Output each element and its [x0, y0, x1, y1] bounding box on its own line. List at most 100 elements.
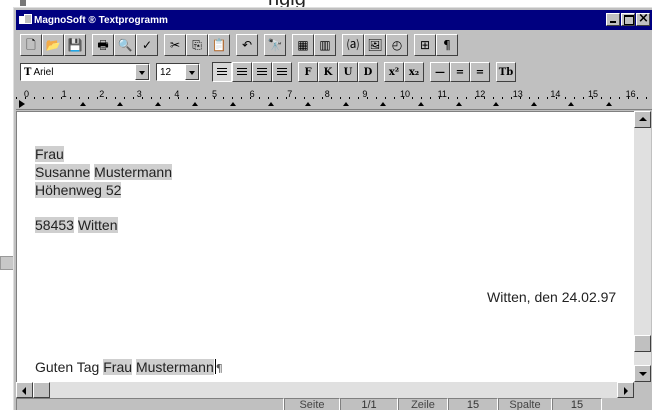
window-controls [606, 11, 650, 26]
align-left-button[interactable] [212, 62, 232, 82]
ruler-tab-stop[interactable] [230, 102, 236, 106]
vertical-scrollbar[interactable] [634, 111, 651, 382]
insert-picture-button[interactable]: 🖼 [364, 34, 386, 56]
ruler-tab-stop[interactable] [342, 102, 349, 106]
ruler-number: 16 [625, 89, 636, 99]
find-button[interactable]: 🔭 [264, 34, 286, 56]
insert-field-button[interactable]: ⒜ [342, 34, 364, 56]
drawing-button[interactable]: ◴ [386, 34, 408, 56]
ruler-tab-stop[interactable] [380, 102, 387, 106]
superscript-icon: x² [388, 66, 400, 78]
ruler-tab-stop[interactable] [568, 102, 575, 106]
address-line-city: 58453 Witten [35, 217, 118, 233]
zip-field: 58453 [35, 217, 74, 233]
line-spacing-double-button[interactable]: = [470, 62, 490, 82]
horizontal-scroll-thumb[interactable] [33, 382, 50, 398]
font-name-value: T Ariel [21, 67, 135, 78]
ruler-number: 13 [512, 89, 523, 99]
alignment-group [212, 62, 292, 82]
align-center-button[interactable] [232, 62, 252, 82]
undo-arrow-icon: ↶ [241, 38, 253, 52]
status-message-cell [16, 398, 284, 410]
ruler-number: 9 [362, 89, 368, 99]
subscript-button[interactable]: x₂ [404, 62, 424, 82]
frame-icon: ⊞ [419, 38, 431, 52]
standard-toolbar: 🗋 📂 💾 🖶 🔍 ✓ ✂ ⎘ 📋 ↶ 🔭 ▦ ▥ ⒜ 🖼 ◴ ⊞ ¶ [16, 32, 652, 58]
show-formatting-button[interactable]: ¶ [436, 34, 458, 56]
document-area[interactable]: Frau Susanne Mustermann Höhenweg 52 5845… [16, 111, 634, 382]
first-line-indent-marker[interactable] [19, 100, 25, 108]
copy-button[interactable]: ⎘ [186, 34, 208, 56]
pilcrow-icon: ¶ [443, 38, 451, 52]
scroll-right-arrow-icon[interactable] [617, 382, 634, 398]
cut-button[interactable]: ✂ [164, 34, 186, 56]
ruler-tab-stop[interactable] [79, 102, 86, 106]
ruler-tab-stop[interactable] [305, 102, 312, 106]
scroll-left-arrow-icon[interactable] [16, 382, 33, 398]
ruler-number: 14 [550, 89, 561, 99]
ruler-tab-stop[interactable] [418, 102, 424, 106]
floppy-disk-icon: 💾 [67, 38, 83, 52]
ruler-tab-stop[interactable] [267, 102, 274, 106]
print-preview-button[interactable]: 🔍 [114, 34, 136, 56]
paste-button[interactable]: 📋 [208, 34, 230, 56]
minimize-button[interactable] [606, 13, 620, 26]
undo-button[interactable]: ↶ [236, 34, 258, 56]
underline-icon: U [343, 66, 353, 78]
horizontal-scrollbar[interactable] [16, 382, 634, 398]
italic-icon: K [323, 66, 333, 78]
align-right-button[interactable] [252, 62, 272, 82]
address-line-street: Höhenweg 52 [35, 182, 122, 198]
save-button[interactable]: 💾 [64, 34, 86, 56]
spellcheck-button[interactable]: ✓ [136, 34, 158, 56]
text-color-button[interactable]: Tb [496, 62, 516, 82]
greeting-name-field: Mustermann [135, 359, 214, 375]
font-size-value: 12 [160, 66, 172, 78]
new-document-button[interactable]: 🗋 [20, 34, 42, 56]
ruler-tab-stop[interactable] [117, 102, 124, 106]
strikethrough-button[interactable]: D [358, 62, 378, 82]
align-justify-icon [277, 67, 287, 77]
superscript-button[interactable]: x² [384, 62, 404, 82]
first-name-field: Susanne [35, 164, 91, 180]
ruler-tab-stop[interactable] [606, 102, 612, 106]
vertical-scroll-thumb[interactable] [634, 335, 651, 352]
background-marker [20, 0, 26, 6]
ruler-number: 6 [249, 89, 255, 99]
title-bar[interactable]: MagnoSoft ® Textprogramm [16, 10, 652, 30]
scroll-up-arrow-icon[interactable] [634, 111, 651, 128]
frame-button[interactable]: ⊞ [414, 34, 436, 56]
ruler[interactable]: 0 1 2 3 4 5 6 7 8 9 10 11 12 13 14 15 16 [16, 88, 652, 110]
bold-button[interactable]: F [298, 62, 318, 82]
underline-button[interactable]: U [338, 62, 358, 82]
page-label: Seite [284, 398, 340, 410]
italic-button[interactable]: K [318, 62, 338, 82]
close-button[interactable] [636, 11, 650, 26]
ruler-tab-stop[interactable] [455, 102, 462, 106]
font-size-dropdown-icon[interactable] [185, 64, 199, 80]
line-value: 15 [448, 398, 498, 410]
app-window: MagnoSoft ® Textprogramm 🗋 📂 💾 🖶 🔍 ✓ ✂ ⎘ 📋 ↶ 🔭 ▦ ▥ ⒜ 🖼… [13, 7, 652, 410]
font-size-combo[interactable]: 12 [156, 63, 200, 81]
app-icon[interactable] [19, 14, 32, 26]
insert-table-button[interactable]: ▦ [292, 34, 314, 56]
print-button[interactable]: 🖶 [92, 34, 114, 56]
open-button[interactable]: 📂 [42, 34, 64, 56]
ruler-tab-stop[interactable] [192, 102, 199, 106]
scroll-down-arrow-icon[interactable] [634, 365, 651, 382]
ruler-number: 4 [174, 89, 180, 99]
align-justify-button[interactable] [272, 62, 292, 82]
ruler-number: 11 [437, 89, 447, 99]
ruler-tab-stop[interactable] [530, 102, 537, 106]
ruler-tab-stop[interactable] [493, 102, 500, 106]
copy-icon: ⎘ [192, 38, 202, 52]
columns-button[interactable]: ▥ [314, 34, 336, 56]
line-spacing-single-button[interactable]: — [430, 62, 450, 82]
maximize-button[interactable] [621, 13, 635, 26]
line-spacing-onehalf-button[interactable]: = [450, 62, 470, 82]
ruler-tab-stop[interactable] [154, 102, 161, 106]
font-name-combo[interactable]: T Ariel [20, 63, 150, 81]
font-name-dropdown-icon[interactable] [135, 64, 149, 80]
ruler-number: 1 [61, 89, 67, 99]
salutation-text: Frau [35, 146, 64, 162]
